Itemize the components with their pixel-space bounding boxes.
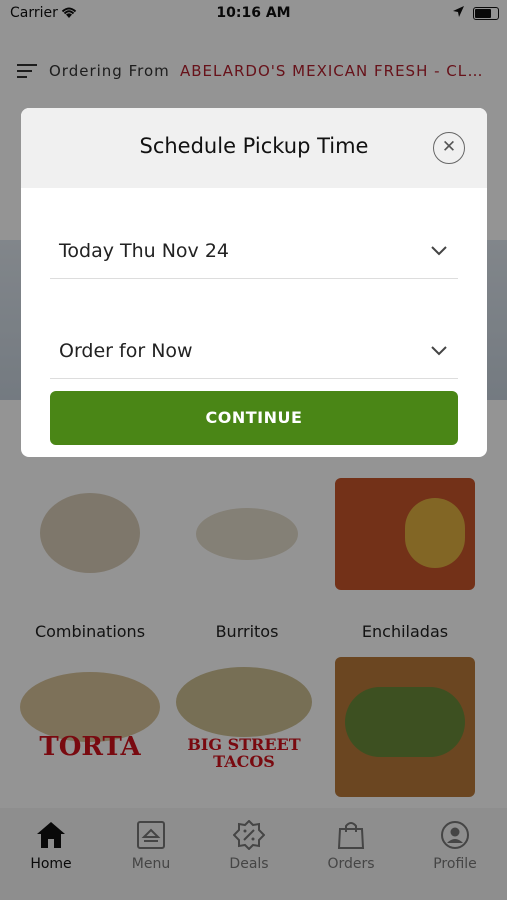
modal-title: Schedule Pickup Time <box>139 134 369 158</box>
schedule-pickup-modal: Schedule Pickup Time ✕ Today Thu Nov 24 … <box>21 108 487 457</box>
pickup-date-value: Today Thu Nov 24 <box>59 240 230 262</box>
pickup-time-dropdown[interactable]: Order for Now <box>50 326 458 379</box>
continue-button[interactable]: CONTINUE <box>50 391 458 445</box>
pickup-time-value: Order for Now <box>59 340 193 362</box>
chevron-down-icon <box>430 242 448 261</box>
modal-header: Schedule Pickup Time ✕ <box>21 108 487 188</box>
chevron-down-icon <box>430 342 448 361</box>
close-icon[interactable]: ✕ <box>433 132 465 164</box>
pickup-date-dropdown[interactable]: Today Thu Nov 24 <box>50 226 458 279</box>
